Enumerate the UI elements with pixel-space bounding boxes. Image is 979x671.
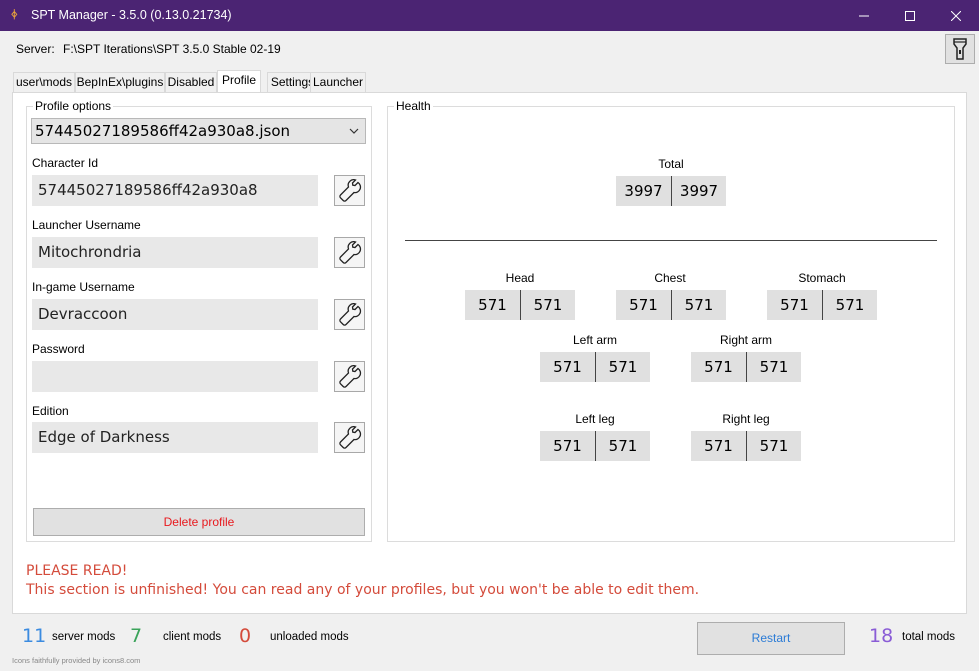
password-field[interactable]	[32, 361, 318, 392]
health-divider	[405, 240, 937, 241]
head-max: 571	[520, 290, 575, 320]
health-group	[387, 106, 955, 542]
spt-logo-icon: ᛄ	[11, 9, 18, 21]
stomach-current: 571	[767, 290, 822, 320]
client-mods-label: client mods	[163, 631, 222, 643]
title-bar: ᛄ SPT Manager - 3.5.0 (0.13.0.21734)	[0, 0, 979, 31]
profile-select[interactable]: 57445027189586ff42a930a8.json	[31, 118, 366, 144]
minimize-icon	[859, 15, 869, 16]
chest-max: 571	[671, 290, 726, 320]
right-leg-label: Right leg	[722, 412, 770, 426]
total-label: Total	[658, 157, 684, 171]
total-mods-label: total mods	[902, 631, 956, 643]
restart-button[interactable]: Restart	[697, 622, 845, 655]
maximize-icon	[905, 10, 915, 21]
warning-title: PLEASE READ!	[26, 563, 128, 579]
wrench-icon	[338, 364, 361, 388]
left-arm-max: 571	[595, 352, 650, 382]
stomach-max: 571	[822, 290, 877, 320]
wrench-icon	[338, 302, 361, 326]
stomach-health: 571 571	[767, 290, 877, 320]
left-leg-current: 571	[540, 431, 595, 461]
head-current: 571	[465, 290, 520, 320]
total-max: 3997	[671, 176, 726, 206]
server-bar: Server: F:\SPT Iterations\SPT 3.5.0 Stab…	[0, 31, 979, 67]
wrench-icon	[338, 240, 361, 264]
warning-body: This section is unfinished! You can read…	[26, 582, 700, 598]
total-current: 3997	[616, 176, 671, 206]
total-health: 3997 3997	[616, 176, 726, 206]
chest-current: 571	[616, 290, 671, 320]
tab-disabled[interactable]: Disabled	[165, 72, 217, 93]
left-arm-health: 571 571	[540, 352, 650, 382]
left-arm-current: 571	[540, 352, 595, 382]
ingame-username-field[interactable]: Devraccoon	[32, 299, 318, 330]
edit-launcher-username-button[interactable]	[334, 237, 365, 268]
wrench-icon	[338, 425, 361, 449]
left-arm-label: Left arm	[572, 333, 617, 347]
server-label: Server:	[16, 42, 55, 56]
client-mods-count: 7	[130, 625, 143, 647]
profile-select-value: 57445027189586ff42a930a8.json	[35, 122, 291, 140]
head-label: Head	[505, 271, 535, 285]
server-path: F:\SPT Iterations\SPT 3.5.0 Stable 02-19	[63, 42, 281, 56]
icons-credit: Icons faithfully provided by icons8.com	[12, 656, 141, 665]
tab-launcher[interactable]: Launcher	[310, 72, 366, 93]
open-server-folder-button[interactable]	[945, 34, 975, 64]
right-leg-health: 571 571	[691, 431, 801, 461]
total-mods-count: 18	[869, 625, 894, 647]
character-id-field[interactable]: 57445027189586ff42a930a8	[32, 175, 318, 206]
maximize-button[interactable]	[887, 0, 933, 31]
edition-label: Edition	[32, 404, 69, 418]
head-health: 571 571	[465, 290, 575, 320]
wrench-icon	[338, 178, 361, 202]
edit-edition-button[interactable]	[334, 422, 365, 453]
tab-profile[interactable]: Profile	[217, 70, 261, 94]
ingame-username-label: In-game Username	[32, 280, 135, 294]
tab-bepinex-plugins[interactable]: BepInEx\plugins	[75, 72, 165, 93]
character-id-label: Character Id	[32, 156, 99, 170]
window-title: SPT Manager - 3.5.0 (0.13.0.21734)	[31, 8, 232, 22]
launcher-username-label: Launcher Username	[32, 218, 141, 232]
server-mods-count: 11	[22, 625, 47, 647]
edit-ingame-username-button[interactable]	[334, 299, 365, 330]
health-legend: Health	[394, 99, 433, 113]
profile-options-legend: Profile options	[33, 99, 114, 113]
server-mods-label: server mods	[52, 631, 116, 643]
close-icon	[951, 10, 961, 21]
right-arm-current: 571	[691, 352, 746, 382]
delete-profile-button[interactable]: Delete profile	[33, 508, 365, 536]
right-arm-label: Right arm	[719, 333, 772, 347]
unloaded-mods-count: 0	[239, 625, 252, 647]
chest-health: 571 571	[616, 290, 726, 320]
flashlight-icon	[953, 38, 967, 60]
close-button[interactable]	[933, 0, 979, 31]
tab-user-mods[interactable]: user\mods	[13, 72, 75, 93]
minimize-button[interactable]	[841, 0, 887, 31]
password-label: Password	[32, 342, 85, 356]
right-leg-max: 571	[746, 431, 801, 461]
right-arm-health: 571 571	[691, 352, 801, 382]
chest-label: Chest	[654, 271, 686, 285]
edit-character-id-button[interactable]	[334, 175, 365, 206]
launcher-username-field[interactable]: Mitochrondria	[32, 237, 318, 268]
left-leg-label: Left leg	[575, 412, 615, 426]
right-arm-max: 571	[746, 352, 801, 382]
stomach-label: Stomach	[798, 271, 846, 285]
edit-password-button[interactable]	[334, 361, 365, 392]
right-leg-current: 571	[691, 431, 746, 461]
edition-field[interactable]: Edge of Darkness	[32, 422, 318, 453]
left-leg-health: 571 571	[540, 431, 650, 461]
left-leg-max: 571	[595, 431, 650, 461]
chevron-down-icon	[349, 119, 359, 153]
unloaded-mods-label: unloaded mods	[270, 631, 349, 643]
